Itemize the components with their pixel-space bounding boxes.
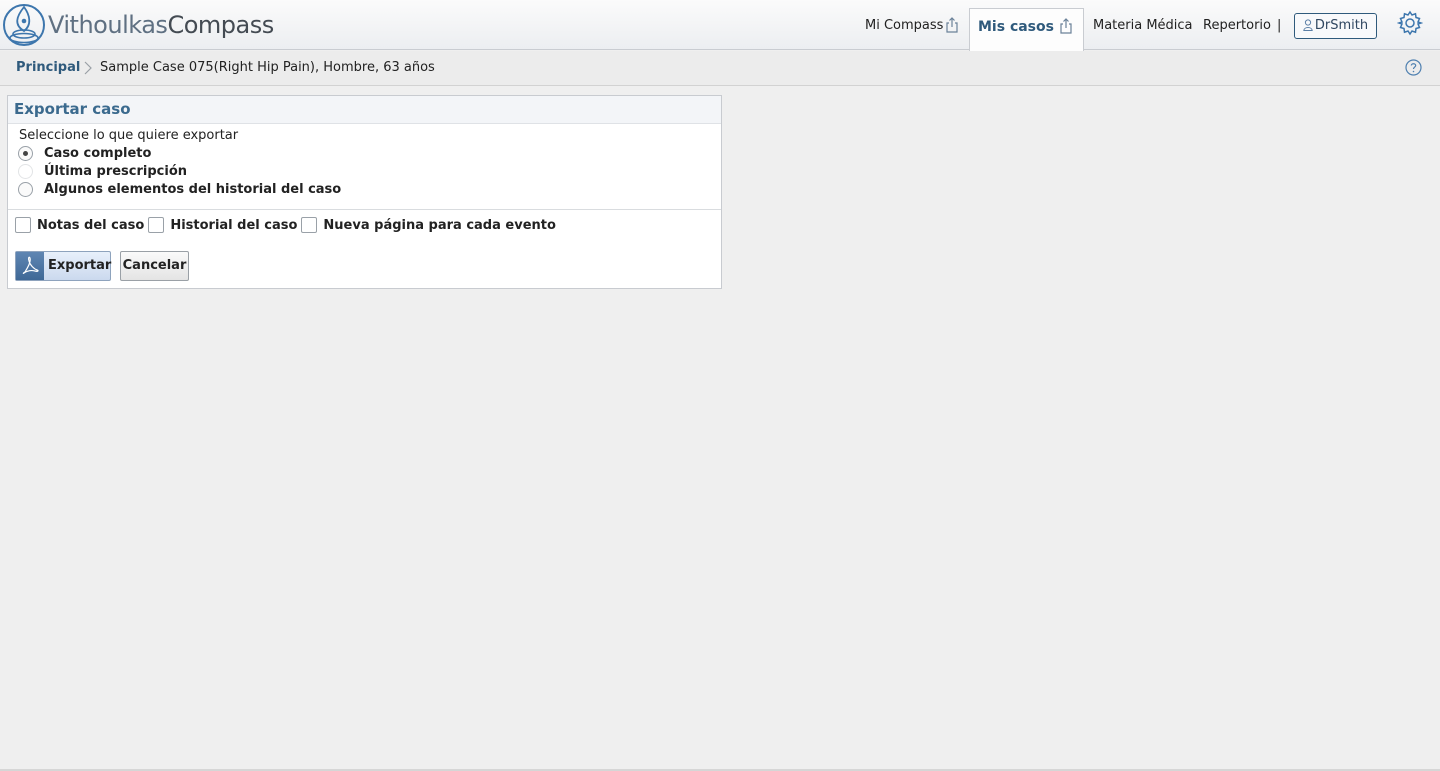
nav-separator: | [1277,18,1282,33]
radio-label[interactable]: Algunos elementos del historial del caso [44,182,341,197]
radio-option-last-prescription: Última prescripción [18,162,187,180]
export-prompt: Seleccione lo que quiere exportar [19,128,239,143]
breadcrumb: Principal Sample Case 075(Right Hip Pain… [0,51,1440,86]
top-header: VithoulkasCompass Mi Compass Mis casos M… [0,0,1440,51]
panel-header: Exportar caso [8,96,721,124]
checkbox-label-case-history[interactable]: Historial del caso [170,218,297,233]
radio-button[interactable] [18,181,33,197]
help-icon[interactable] [1405,59,1422,76]
tab-mis-casos-label: Mis casos [978,19,1054,35]
pdf-icon [16,252,44,280]
radio-button[interactable] [18,145,33,161]
radio-button [18,163,33,179]
checkbox-case-notes[interactable] [15,217,31,233]
divider [8,209,721,210]
radio-option-some-history-items[interactable]: Algunos elementos del historial del caso [18,180,341,198]
gear-icon[interactable] [1397,10,1423,36]
radio-label: Última prescripción [44,163,188,179]
checkbox-label-case-notes[interactable]: Notas del caso [37,218,144,233]
chevron-right-icon [84,61,92,75]
panel-title: Exportar caso [14,100,131,118]
share-icon[interactable] [1059,18,1073,34]
radio-option-complete-case[interactable]: Caso completo [18,144,151,162]
checkbox-case-history[interactable] [148,217,165,233]
export-options-checkboxes: Notas del caso Historial del caso Nueva … [15,216,560,234]
nav-materia-medica[interactable]: Materia Médica [1093,0,1193,50]
main-nav: Mi Compass Mis casos Materia Médica Repe… [0,0,1440,51]
checkbox-new-page-per-event[interactable] [301,217,318,233]
nav-repertorio[interactable]: Repertorio [1203,0,1271,50]
breadcrumb-home-link[interactable]: Principal [16,60,80,75]
radio-label[interactable]: Caso completo [44,146,151,161]
nav-mi-compass[interactable]: Mi Compass [865,0,943,50]
user-menu-button[interactable]: DrSmith [1294,13,1377,39]
checkbox-label-new-page-per-event[interactable]: Nueva página para cada evento [323,218,556,233]
export-button-label: Exportar [48,258,112,273]
user-icon [1303,19,1313,31]
export-button[interactable]: Exportar [15,251,111,281]
export-case-panel: Exportar caso Seleccione lo que quiere e… [7,95,722,289]
cancel-button[interactable]: Cancelar [120,251,189,281]
breadcrumb-current-case: Sample Case 075(Right Hip Pain), Hombre,… [100,60,435,75]
share-icon[interactable] [945,17,959,33]
user-name: DrSmith [1314,18,1369,33]
tab-mis-casos[interactable]: Mis casos [969,8,1084,51]
cancel-button-label: Cancelar [122,258,187,273]
